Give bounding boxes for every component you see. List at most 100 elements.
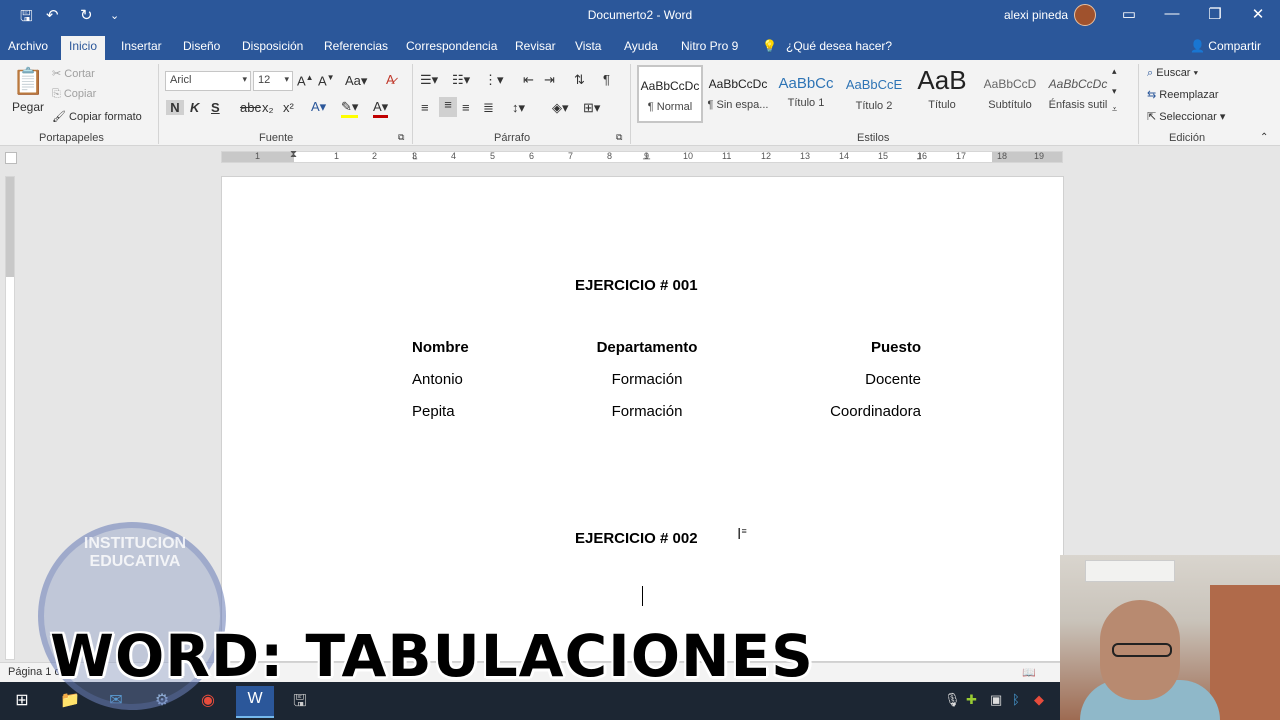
tab-insertar[interactable]: Insertar — [121, 39, 162, 53]
highlight-icon[interactable]: ✎▾ — [341, 99, 359, 118]
font-size-select[interactable]: 12 ▾ — [253, 71, 293, 91]
maximize-icon[interactable]: ❐ — [1200, 5, 1230, 23]
style-heading-2[interactable]: AaBbCcE Título 2 — [841, 65, 907, 123]
collapse-ribbon-icon[interactable]: ⌃ — [1260, 132, 1268, 143]
tab-selector[interactable] — [5, 152, 17, 164]
tell-me-search[interactable]: ¿Qué desea hacer? — [786, 39, 892, 53]
minimize-icon[interactable]: — — [1157, 5, 1187, 22]
text-caret — [642, 586, 643, 606]
subscript-icon[interactable]: x₂ — [262, 100, 274, 115]
justify-icon[interactable]: ≣ — [483, 100, 494, 116]
tab-referencias[interactable]: Referencias — [324, 39, 388, 53]
style-subtle-emphasis[interactable]: AaBbCcDc Énfasis sutil — [1045, 65, 1111, 123]
align-left-icon[interactable]: ≡ — [421, 100, 429, 115]
grow-font-icon[interactable]: A▲ — [297, 73, 314, 88]
cut-button[interactable]: ✂ Cortar — [52, 67, 95, 80]
clear-formatting-icon[interactable]: A̷ — [386, 72, 395, 87]
bold-button[interactable]: N — [166, 100, 184, 115]
user-name[interactable]: alexi pineda — [1004, 8, 1068, 22]
format-painter-button[interactable]: 🖌 Copiar formato — [52, 110, 142, 123]
text-effects-icon[interactable]: A▾ — [311, 99, 326, 115]
ruler-number: 15 — [878, 151, 889, 161]
align-right-icon[interactable]: ≡ — [462, 100, 470, 115]
word-icon[interactable]: W — [236, 686, 274, 718]
sort-icon[interactable]: ⇅ — [574, 72, 585, 88]
align-center-icon[interactable]: ≡ — [439, 97, 457, 117]
webcam-brick-wall — [1210, 585, 1280, 720]
show-formatting-icon[interactable]: ¶ — [603, 72, 610, 87]
divider — [1138, 64, 1139, 144]
avatar[interactable] — [1074, 4, 1096, 26]
strikethrough-icon[interactable]: abc — [240, 100, 261, 115]
microphone-icon[interactable]: 🎙 — [944, 692, 961, 708]
ruler-number: 1 — [255, 151, 261, 161]
ribbon-display-icon[interactable]: ▭ — [1114, 5, 1144, 23]
close-icon[interactable]: ✕ — [1243, 5, 1273, 23]
tab-archivo[interactable]: Archivo — [8, 39, 48, 53]
vertical-ruler[interactable] — [5, 176, 15, 660]
bluetooth-icon[interactable]: ᛒ — [1012, 692, 1020, 707]
line-spacing-icon[interactable]: ↕▾ — [512, 100, 525, 116]
tab-nitro[interactable]: Nitro Pro 9 — [681, 39, 738, 53]
style-heading-1[interactable]: AaBbCc Título 1 — [773, 65, 839, 123]
tray-red-icon[interactable]: ◆ — [1034, 692, 1044, 708]
tab-ayuda[interactable]: Ayuda — [624, 39, 658, 53]
paragraph-dialog-launcher-icon[interactable]: ⧉ — [616, 132, 622, 143]
ruler-margin-top — [6, 177, 14, 277]
paste-icon[interactable]: 📋 — [12, 66, 44, 96]
underline-button[interactable]: S — [211, 100, 220, 115]
find-button[interactable]: ⌕ Euscar ▾ — [1147, 67, 1198, 80]
gallery-up-icon[interactable]: ▴ — [1112, 66, 1117, 77]
style-title[interactable]: AaB Título — [909, 65, 975, 123]
multilevel-list-icon[interactable]: ⋮▾ — [484, 72, 504, 88]
italic-button[interactable]: K — [190, 100, 199, 115]
horizontal-ruler[interactable]: 1 1 2 3 4 5 6 7 8 9 10 11 12 13 14 15 16… — [221, 149, 1063, 165]
font-name-select[interactable]: Aricl ▾ — [165, 71, 251, 91]
superscript-icon[interactable]: x² — [283, 100, 294, 115]
cell-role-2: Coordinadora — [830, 403, 921, 420]
cell-dept-1: Formación — [611, 371, 683, 388]
increase-indent-icon[interactable]: ⇥ — [544, 72, 555, 88]
tab-stop-center-icon[interactable]: ┴ — [643, 154, 650, 165]
paste-button[interactable]: Pegar — [12, 100, 44, 114]
tray-monitor-icon[interactable]: ▣ — [990, 692, 1002, 708]
header-puesto: Puesto — [870, 339, 921, 356]
select-button[interactable]: ⇱ Seleccionar ▾ — [1147, 110, 1225, 123]
webcam-overlay — [1060, 555, 1280, 720]
borders-icon[interactable]: ⊞▾ — [583, 100, 600, 116]
shading-icon[interactable]: ◈▾ — [552, 100, 569, 116]
gallery-down-icon[interactable]: ▾ — [1112, 86, 1117, 97]
start-icon[interactable]: ⊞ — [10, 690, 34, 712]
numbering-icon[interactable]: ☷▾ — [452, 72, 470, 88]
gallery-more-icon[interactable]: ⩡ — [1112, 104, 1117, 115]
font-dialog-launcher-icon[interactable]: ⧉ — [398, 132, 404, 143]
lightbulb-icon: 💡 — [762, 39, 777, 53]
ribbon-tabs: Archivo Inicio Insertar Diseño Disposici… — [0, 32, 1280, 61]
cell-role-1: Docente — [865, 371, 921, 388]
replace-button[interactable]: ⇆ Reemplazar — [1147, 88, 1219, 101]
tab-correspondencia[interactable]: Correspondencia — [406, 39, 497, 53]
tray-app-icon[interactable]: ✚ — [966, 692, 977, 708]
tab-disposicion[interactable]: Disposición — [242, 39, 303, 53]
tab-stop-left-icon[interactable]: └ — [410, 154, 417, 165]
bullets-icon[interactable]: ☰▾ — [420, 72, 438, 88]
save-app-icon[interactable]: 🖫 — [288, 690, 312, 712]
copy-button[interactable]: ⎘ Copiar — [52, 88, 96, 101]
tab-inicio[interactable]: Inicio — [61, 36, 106, 61]
tab-stop-right-icon[interactable]: ┘ — [917, 154, 924, 165]
indent-marker-icon[interactable]: ⧗ — [290, 149, 297, 160]
tab-diseno[interactable]: Diseño — [183, 39, 220, 53]
chrome-icon[interactable]: ◉ — [196, 690, 220, 712]
tab-revisar[interactable]: Revisar — [515, 39, 556, 53]
tab-vista[interactable]: Vista — [575, 39, 601, 53]
font-color-icon[interactable]: A▾ — [373, 99, 389, 118]
styles-gallery: AaBbCcDc ¶ Normal AaBbCcDc ¶ Sin espa...… — [637, 65, 1125, 123]
share-button[interactable]: 👤 Compartir — [1190, 39, 1261, 53]
style-normal[interactable]: AaBbCcDc ¶ Normal — [637, 65, 703, 123]
decrease-indent-icon[interactable]: ⇤ — [523, 72, 534, 88]
change-case-icon[interactable]: Aa▾ — [345, 73, 367, 89]
shrink-font-icon[interactable]: A▼ — [318, 73, 335, 88]
read-mode-icon[interactable]: 📖 — [1022, 666, 1036, 679]
style-no-spacing[interactable]: AaBbCcDc ¶ Sin espa... — [705, 65, 771, 123]
style-subtitle[interactable]: AaBbCcD Subtítulo — [977, 65, 1043, 123]
